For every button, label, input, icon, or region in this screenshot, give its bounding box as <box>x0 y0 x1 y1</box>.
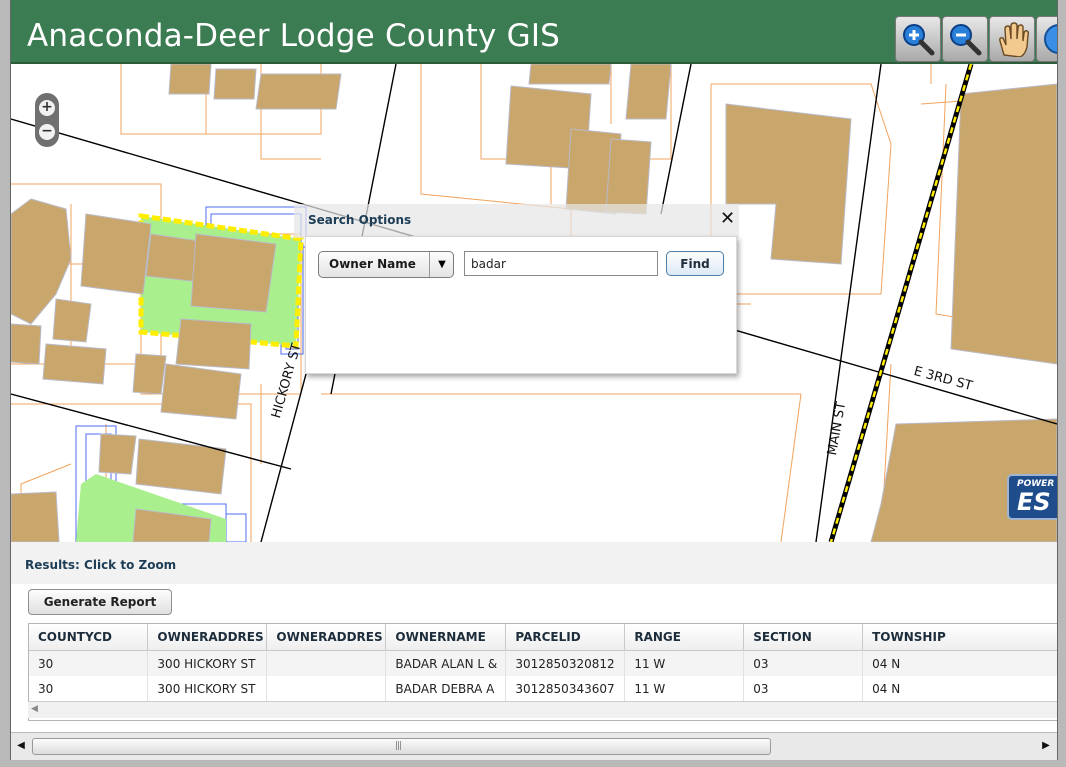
map-zoom-out-button[interactable]: − <box>39 124 55 140</box>
table-row[interactable]: 30 300 HICKORY ST BADAR DEBRA A 30128503… <box>29 676 1057 701</box>
scroll-right-arrow-icon[interactable]: ▶ <box>1038 738 1054 754</box>
esri-logo: POWER ES <box>1007 474 1057 520</box>
dialog-body: Owner Name ▼ Find <box>305 236 737 374</box>
table-cell: 11 W <box>624 676 745 701</box>
dialog-title-bar[interactable]: Search Options ✕ <box>294 204 739 238</box>
globe-icon <box>1044 24 1057 54</box>
results-title: Results: Click to Zoom <box>25 558 177 572</box>
app-header: Anaconda-Deer Lodge County GIS <box>11 0 1057 64</box>
table-row[interactable]: 30 300 HICKORY ST BADAR ALAN L & 3012850… <box>29 650 1057 676</box>
table-header-row: COUNTYCD OWNERADDRES OWNERADDRES OWNERNA… <box>29 624 1057 651</box>
column-header[interactable]: SECTION <box>743 624 864 651</box>
table-cell <box>266 650 387 676</box>
table-cell: 04 N <box>862 676 1057 701</box>
screenshot-frame: Anaconda-Deer Lodge County GIS + − HICKO… <box>0 0 1066 767</box>
hand-icon <box>999 22 1030 57</box>
app-window: Anaconda-Deer Lodge County GIS + − HICKO… <box>10 0 1058 760</box>
column-header[interactable]: COUNTYCD <box>29 624 149 651</box>
table-cell: 300 HICKORY ST <box>147 650 268 676</box>
esri-logo-text: ES <box>1017 488 1051 516</box>
table-cell: BADAR DEBRA A <box>385 676 507 701</box>
table-cell: 04 N <box>862 650 1057 676</box>
table-cell: 11 W <box>624 650 745 676</box>
search-options-dialog: Search Options ✕ Owner Name ▼ Find <box>294 204 739 382</box>
column-header[interactable]: TOWNSHIP <box>862 624 1057 651</box>
column-header[interactable]: PARCELID <box>505 624 626 651</box>
close-icon[interactable]: ✕ <box>720 210 735 228</box>
pan-tool-button[interactable] <box>989 16 1035 62</box>
zoom-out-tool-button[interactable] <box>942 16 988 62</box>
table-cell: BADAR ALAN L & <box>385 650 507 676</box>
results-content: Generate Report COUNTYCD OWNERADDRES OWN… <box>11 584 1057 732</box>
column-header[interactable]: OWNERADDRES <box>147 624 268 651</box>
results-panel: Results: Click to Zoom Generate Report C… <box>11 542 1057 732</box>
search-field-label: Owner Name <box>329 257 416 271</box>
table-cell: 03 <box>743 650 864 676</box>
map-zoom-control: + − <box>35 93 59 147</box>
page-horizontal-scrollbar[interactable]: ◀ ||| ▶ <box>11 732 1057 760</box>
zoom-in-icon <box>903 24 935 56</box>
grip-icon: ||| <box>395 741 402 751</box>
table-cell <box>266 676 387 701</box>
app-title: Anaconda-Deer Lodge County GIS <box>27 18 561 54</box>
table-cell: 30 <box>29 650 149 676</box>
results-table: COUNTYCD OWNERADDRES OWNERADDRES OWNERNA… <box>29 624 1057 701</box>
generate-report-button[interactable]: Generate Report <box>28 589 172 615</box>
column-header[interactable]: OWNERADDRES <box>266 624 387 651</box>
table-cell: 30 <box>29 676 149 701</box>
table-cell: 3012850320812 <box>505 650 626 676</box>
chevron-down-icon[interactable]: ▼ <box>429 252 454 277</box>
dialog-title: Search Options <box>308 213 412 227</box>
scroll-left-arrow-icon[interactable]: ◀ <box>13 738 29 754</box>
table-cell: 300 HICKORY ST <box>147 676 268 701</box>
grid-horizontal-scrollbar[interactable]: ◀ <box>28 701 1057 718</box>
find-button[interactable]: Find <box>666 251 724 276</box>
column-header[interactable]: RANGE <box>624 624 745 651</box>
search-field-select[interactable]: Owner Name ▼ <box>318 251 454 278</box>
column-header[interactable]: OWNERNAME <box>385 624 507 651</box>
globe-tool-button[interactable] <box>1036 16 1057 62</box>
map-zoom-in-button[interactable]: + <box>39 100 55 116</box>
table-cell: 03 <box>743 676 864 701</box>
scroll-left-icon[interactable]: ◀ <box>31 704 38 714</box>
zoom-in-tool-button[interactable] <box>895 16 941 62</box>
search-input[interactable] <box>464 251 658 276</box>
table-cell: 3012850343607 <box>505 676 626 701</box>
scrollbar-thumb[interactable]: ||| <box>32 738 771 755</box>
zoom-out-icon <box>950 24 982 56</box>
